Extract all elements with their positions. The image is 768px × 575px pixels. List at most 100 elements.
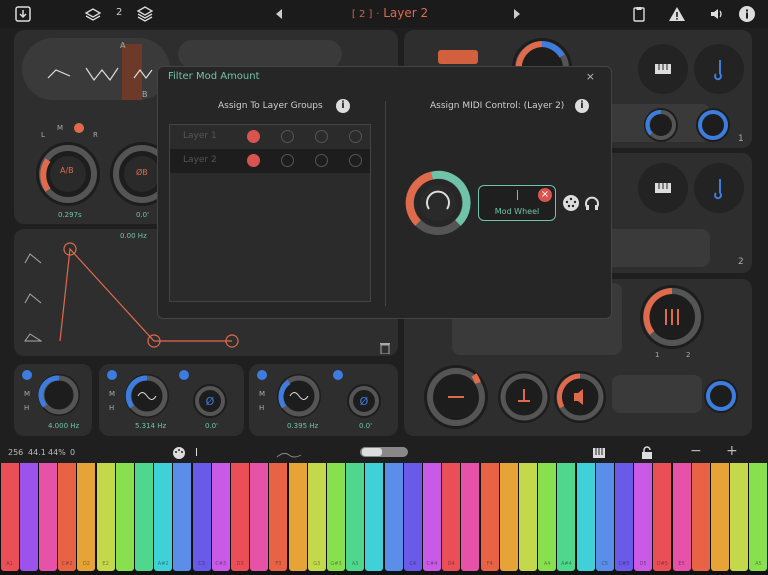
piano-key[interactable]: C5 xyxy=(595,463,614,571)
right3-knob-1[interactable] xyxy=(424,365,488,429)
piano-key[interactable] xyxy=(173,463,192,571)
group-radio-2[interactable] xyxy=(281,130,294,143)
trash-icon[interactable] xyxy=(380,339,390,358)
lfo2-dot[interactable] xyxy=(107,370,117,380)
piano-key[interactable]: A3 xyxy=(346,463,365,571)
lfo3-rate-knob[interactable] xyxy=(277,374,321,418)
piano-key[interactable] xyxy=(288,463,307,571)
piano-key[interactable]: F3 xyxy=(269,463,288,571)
octave-up-button[interactable]: + xyxy=(726,443,738,459)
envelope-shape-icon-3[interactable] xyxy=(24,327,43,346)
piano-keyboard[interactable]: A1 C#2 D2 E2 A#2 C3 C#3 D3 F3 G3 G#3 A3 C4 C#4 D4 F4 A4 A… xyxy=(0,463,768,575)
filter-mod-amount-knob[interactable] xyxy=(402,167,474,239)
piano-key[interactable]: D5 xyxy=(634,463,653,571)
piano-key[interactable]: C#2 xyxy=(58,463,77,571)
group-radio-1[interactable] xyxy=(247,154,260,167)
piano-key[interactable] xyxy=(461,463,480,571)
right1-mod-knob-1[interactable] xyxy=(644,108,678,142)
midi-control-info-icon[interactable]: i xyxy=(575,99,589,113)
waveform-selector[interactable]: A B xyxy=(22,38,170,108)
piano-key[interactable] xyxy=(730,463,749,571)
piano-key[interactable]: D4 xyxy=(442,463,461,571)
info-icon[interactable] xyxy=(738,5,756,23)
keyboard-view-icon[interactable] xyxy=(592,445,606,464)
lfo2-rate-knob[interactable] xyxy=(125,374,169,418)
piano-key[interactable]: D2 xyxy=(77,463,96,571)
mod-wheel-thumb[interactable] xyxy=(362,448,382,456)
next-layer-icon[interactable] xyxy=(508,5,526,23)
midi-connector-icon[interactable] xyxy=(562,194,580,216)
layers-icon[interactable] xyxy=(84,5,102,23)
piano-key[interactable] xyxy=(499,463,518,571)
lfo1-rate-knob[interactable] xyxy=(38,374,80,416)
layer-groups-info-icon[interactable]: i xyxy=(336,99,350,113)
piano-key[interactable]: E5 xyxy=(672,463,691,571)
piano-key[interactable]: D#5 xyxy=(653,463,672,571)
piano-key[interactable] xyxy=(576,463,595,571)
piano-key[interactable]: A5 xyxy=(749,463,768,571)
lfo3-dot-2[interactable] xyxy=(333,370,343,380)
right2-note-button[interactable] xyxy=(694,163,744,213)
group-radio-3[interactable] xyxy=(315,154,328,167)
group-radio-3[interactable] xyxy=(315,130,328,143)
warning-icon[interactable] xyxy=(668,5,686,23)
piano-key[interactable] xyxy=(710,463,730,571)
right2-piano-button[interactable] xyxy=(638,163,688,213)
piano-key[interactable]: A#2 xyxy=(154,463,173,571)
piano-key[interactable] xyxy=(365,463,384,571)
layer-row-2[interactable]: Layer 2 xyxy=(170,149,370,173)
piano-key[interactable]: A1 xyxy=(0,463,19,571)
lock-icon[interactable] xyxy=(640,445,654,464)
piano-key[interactable]: A#4 xyxy=(557,463,576,571)
mod-wheel-slider[interactable] xyxy=(360,447,408,457)
piano-key[interactable]: G#3 xyxy=(326,463,346,571)
right3-end-knob[interactable] xyxy=(704,379,738,413)
piano-key[interactable] xyxy=(384,463,403,571)
piano-key[interactable] xyxy=(518,463,538,571)
piano-key[interactable]: A4 xyxy=(538,463,557,571)
piano-key[interactable]: C#5 xyxy=(614,463,634,571)
midi-learn-icon[interactable] xyxy=(583,194,601,216)
midi-input-icon[interactable] xyxy=(172,445,186,464)
piano-key[interactable] xyxy=(38,463,58,571)
right3-mixer-knob[interactable] xyxy=(640,285,704,349)
layer-row-1[interactable]: Layer 1 xyxy=(170,125,370,149)
envelope-shape-icon-1[interactable] xyxy=(24,249,42,268)
piano-key[interactable] xyxy=(134,463,154,571)
lfo2-phase-knob[interactable]: Ø xyxy=(193,384,227,418)
lfo2-dot-2[interactable] xyxy=(179,370,189,380)
group-radio-4[interactable] xyxy=(349,130,362,143)
group-radio-1[interactable] xyxy=(247,130,260,143)
right3-volume-knob[interactable] xyxy=(554,371,606,423)
right3-knob-2[interactable] xyxy=(498,371,550,423)
clear-midi-control-button[interactable]: × xyxy=(538,188,552,202)
piano-key[interactable] xyxy=(19,463,38,571)
lfo3-phase-knob[interactable]: Ø xyxy=(347,384,381,418)
clipboard-icon[interactable] xyxy=(630,5,648,23)
piano-key[interactable]: E2 xyxy=(96,463,115,571)
piano-key[interactable] xyxy=(691,463,710,571)
piano-key[interactable]: C#4 xyxy=(422,463,442,571)
dialog-close-button[interactable]: × xyxy=(586,70,595,83)
octave-down-button[interactable]: − xyxy=(690,443,702,459)
osc-indicator-dot[interactable] xyxy=(74,123,84,133)
save-icon[interactable] xyxy=(14,5,32,23)
piano-key[interactable] xyxy=(115,463,134,571)
envelope-shape-icon-2[interactable] xyxy=(24,289,42,308)
piano-key[interactable]: F4 xyxy=(480,463,499,571)
piano-key[interactable]: G3 xyxy=(307,463,326,571)
volume-icon[interactable] xyxy=(708,5,726,23)
ab-knob[interactable]: A/B xyxy=(36,142,100,206)
prev-layer-icon[interactable] xyxy=(270,5,288,23)
piano-key[interactable]: D3 xyxy=(230,463,250,571)
layer-stack-icon[interactable] xyxy=(136,5,154,23)
piano-key[interactable]: C3 xyxy=(192,463,211,571)
right1-note-button[interactable] xyxy=(694,44,744,94)
piano-key[interactable]: C4 xyxy=(403,463,422,571)
right1-piano-button[interactable] xyxy=(638,44,688,94)
piano-key[interactable] xyxy=(250,463,269,571)
group-radio-2[interactable] xyxy=(281,154,294,167)
right1-mod-knob-2[interactable] xyxy=(696,108,730,142)
lfo3-dot[interactable] xyxy=(257,370,267,380)
lfo1-dot[interactable] xyxy=(22,370,32,380)
